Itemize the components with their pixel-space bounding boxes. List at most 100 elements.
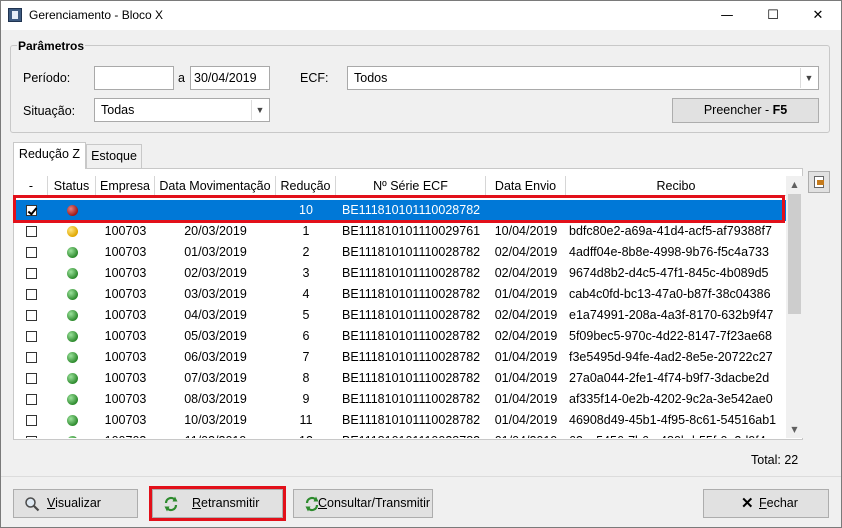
reducao-cell: 9 (302, 392, 310, 406)
fechar-accel: F (759, 496, 767, 510)
window-title: Gerenciamento - Bloco X (29, 8, 164, 22)
col-status[interactable]: Status (48, 176, 96, 196)
table-row[interactable]: 100703 03/03/2019 4 BE111810101110028782 01/… (15, 284, 786, 305)
retransmitir-highlight (149, 486, 286, 521)
ecf-value: Todos (354, 71, 388, 85)
selected-row-highlight (13, 195, 785, 223)
empresa-cell: 100703 (104, 392, 147, 406)
empresa-cell: 100703 (104, 329, 147, 343)
status-green-icon (67, 331, 78, 342)
grid-scrollbar[interactable]: ▲ ▼ (786, 176, 803, 438)
reducao-cell: 4 (302, 287, 310, 301)
row-checkbox[interactable] (26, 352, 37, 363)
scroll-up-icon[interactable]: ▲ (786, 176, 803, 193)
scroll-thumb[interactable] (788, 194, 801, 314)
data-envio-cell: 01/04/2019 (494, 287, 558, 301)
recibo-cell: f3e5495d-94fe-4ad2-8e5e-20722c27 (569, 350, 773, 364)
status-green-icon (67, 247, 78, 258)
recibo-cell: 4adff04e-8b8e-4998-9b76-f5c4a733 (569, 245, 769, 259)
empresa-cell: 100703 (104, 350, 147, 364)
data-envio-cell: 02/04/2019 (494, 266, 558, 280)
data-mov-cell: 08/03/2019 (184, 392, 247, 406)
scroll-down-icon[interactable]: ▼ (786, 421, 803, 438)
table-row[interactable]: 100703 20/03/2019 1 BE111810101110029761 10/… (15, 221, 786, 242)
chevron-down-icon[interactable]: ▼ (251, 100, 268, 120)
col-reducao[interactable]: Redução (276, 176, 336, 196)
close-x-icon: ✕ (741, 495, 754, 512)
parametros-title: Parâmetros (17, 39, 86, 53)
periodo-start-input[interactable] (94, 66, 174, 90)
preencher-key: F5 (772, 103, 788, 117)
row-checkbox[interactable] (26, 247, 37, 258)
serie-cell: BE111810101110028782 (342, 329, 481, 343)
row-checkbox[interactable] (26, 226, 37, 237)
recibo-cell: e1a74991-208a-4a3f-8170-632b9f47 (569, 308, 774, 322)
tab-estoque[interactable]: Estoque (86, 144, 142, 169)
minimize-button[interactable]: — (704, 1, 750, 30)
status-yellow-icon (67, 226, 78, 237)
table-row[interactable]: 100703 08/03/2019 9 BE111810101110028782 01/… (15, 389, 786, 410)
periodo-label: Período: (23, 71, 71, 85)
table-row[interactable]: 100703 04/03/2019 5 BE111810101110028782 02/… (15, 305, 786, 326)
table-row[interactable]: 100703 02/03/2019 3 BE111810101110028782 02/… (15, 263, 786, 284)
recibo-cell: 63ca5456-7b6e-480b-b55f-0e2d9f4 (569, 431, 786, 438)
footer-divider (1, 476, 841, 477)
serie-cell: BE111810101110028782 (342, 266, 481, 280)
document-icon (814, 176, 824, 188)
col-select[interactable]: - (15, 176, 48, 196)
table-row[interactable]: 10070311/03/201912 BE11181010111002878201… (15, 431, 786, 438)
tab-reducao-z[interactable]: Redução Z (13, 142, 86, 169)
data-envio-cell: 02/04/2019 (494, 308, 558, 322)
chevron-down-icon[interactable]: ▼ (800, 68, 817, 88)
serie-cell: BE111810101110028782 (342, 245, 481, 259)
row-checkbox[interactable] (26, 268, 37, 279)
periodo-end-input[interactable]: 30/04/2019 (190, 66, 270, 90)
data-envio-cell: 01/04/2019 (494, 371, 558, 385)
data-envio-cell: 01/04/2019 (486, 431, 566, 438)
consultar-label: onsultar/Transmitir (327, 496, 431, 510)
empresa-cell: 100703 (104, 224, 147, 238)
grid-header: - Status Empresa Data Movimentação Reduç… (15, 176, 786, 196)
col-data-envio[interactable]: Data Envio (486, 176, 566, 196)
table-row[interactable]: 100703 05/03/2019 6 BE111810101110028782 02/… (15, 326, 786, 347)
table-row[interactable]: 100703 07/03/2019 8 BE111810101110028782 01/… (15, 368, 786, 389)
title-bar[interactable]: Gerenciamento - Bloco X — ☐ ✕ (1, 1, 841, 30)
recibo-cell: 27a0a044-2fe1-4f74-b9f7-3dacbe2d (569, 371, 770, 385)
maximize-button[interactable]: ☐ (750, 1, 796, 30)
situacao-select[interactable]: Todas ▼ (94, 98, 270, 122)
fechar-button[interactable]: ✕ Fechar (703, 489, 829, 518)
recibo-cell: bdfc80e2-a69a-41d4-acf5-af79388f7 (569, 224, 772, 238)
col-empresa[interactable]: Empresa (96, 176, 155, 196)
data-mov-cell: 07/03/2019 (184, 371, 247, 385)
preencher-button[interactable]: Preencher - F5 (672, 98, 819, 123)
row-checkbox[interactable] (26, 436, 37, 438)
consultar-transmitir-button[interactable]: Consultar/Transmitir (293, 489, 433, 518)
col-serie-ecf[interactable]: Nº Série ECF (336, 176, 486, 196)
row-checkbox[interactable] (26, 415, 37, 426)
serie-cell: BE111810101110028782 (342, 287, 481, 301)
reducao-cell: 2 (302, 245, 310, 259)
reducao-cell: 12 (276, 431, 336, 438)
row-checkbox[interactable] (26, 394, 37, 405)
table-row[interactable]: 100703 06/03/2019 7 BE111810101110028782 01/… (15, 347, 786, 368)
ecf-select[interactable]: Todos ▼ (347, 66, 819, 90)
table-row[interactable]: 100703 01/03/2019 2 BE111810101110028782 02/… (15, 242, 786, 263)
col-recibo[interactable]: Recibo (566, 176, 786, 196)
row-checkbox[interactable] (26, 289, 37, 300)
data-envio-cell: 02/04/2019 (494, 245, 558, 259)
col-data-movimentacao[interactable]: Data Movimentação (155, 176, 276, 196)
status-green-icon (67, 436, 78, 438)
status-green-icon (67, 310, 78, 321)
visualizar-label: isualizar (55, 496, 101, 510)
row-checkbox[interactable] (26, 310, 37, 321)
row-checkbox[interactable] (26, 373, 37, 384)
export-button[interactable] (808, 171, 830, 193)
visualizar-button[interactable]: Visualizar (13, 489, 138, 518)
close-button[interactable]: ✕ (795, 1, 841, 30)
data-mov-cell: 05/03/2019 (184, 329, 247, 343)
fechar-label: echar (766, 496, 798, 510)
recibo-cell: cab4c0fd-bc13-47a0-b87f-38c04386 (569, 287, 771, 301)
row-checkbox[interactable] (26, 331, 37, 342)
table-row[interactable]: 100703 10/03/2019 11 BE111810101110028782 01… (15, 410, 786, 431)
data-mov-cell: 01/03/2019 (184, 245, 247, 259)
